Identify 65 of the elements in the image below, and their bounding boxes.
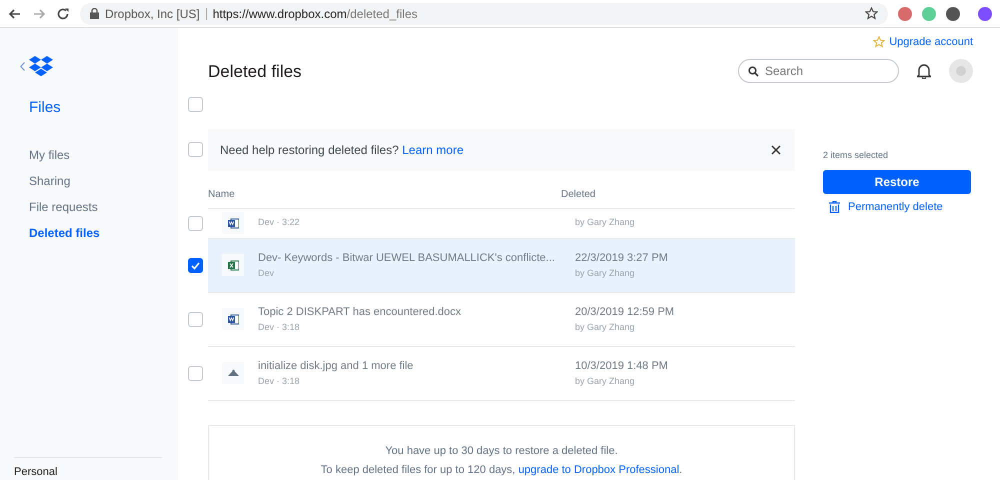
file-name: initialize disk.jpg and 1 more file — [258, 359, 414, 374]
star-icon[interactable] — [865, 7, 878, 20]
back-icon[interactable] — [8, 6, 22, 20]
deleted-date: 10/3/2019 1:48 PM — [575, 359, 669, 374]
row-checkbox[interactable] — [188, 216, 203, 231]
lock-icon — [90, 8, 99, 19]
upgrade-link[interactable]: Upgrade account — [873, 34, 973, 50]
profile-icon[interactable] — [978, 6, 992, 20]
notification-bell-icon[interactable] — [917, 62, 931, 78]
trash-icon — [829, 201, 840, 214]
file-row[interactable]: Dev- Keywords - Bitwar UEWEL BASUMALLICK's conflicte... Dev 22/3/2019 3:27 PM by Gary Zhang — [208, 238, 795, 292]
site-identity: Dropbox, Inc [US] — [105, 6, 200, 22]
search-field[interactable]: Search — [738, 58, 899, 82]
row-checkbox[interactable] — [188, 258, 203, 273]
document-file-icon — [222, 212, 244, 234]
dropbox-logo[interactable] — [29, 56, 53, 77]
file-row[interactable]: initialize disk.jpg and 1 more file Dev · 3:18 10/3/2019 1:48 PM by Gary Zhang — [208, 346, 795, 400]
page-title: Deleted files — [208, 61, 302, 83]
back-chevron-icon[interactable] — [20, 62, 25, 71]
deleted-by: by Gary Zhang — [575, 374, 636, 388]
workspace-label[interactable]: Personal — [14, 466, 58, 478]
file-detail: Dev — [258, 266, 276, 280]
permanently-delete-link[interactable]: Permanently delete — [829, 199, 971, 216]
file-detail: Dev · 3:18 — [258, 320, 301, 334]
row-checkbox[interactable] — [188, 312, 203, 327]
sidebar-item[interactable]: Deleted files — [18, 220, 178, 246]
check-icon — [191, 262, 200, 270]
checkbox[interactable] — [188, 142, 203, 157]
column-header[interactable]: Name — [208, 186, 561, 202]
deleted-date: 22/3/2019 3:27 PM — [575, 251, 669, 266]
star-icon — [873, 36, 886, 48]
deleted-by: by Gary Zhang — [575, 320, 636, 334]
address-bar[interactable]: Dropbox, Inc [US] https://www.dropbox.com/deleted_files — [80, 2, 888, 24]
notice-text: To keep deleted files for up to 120 days, upgrade to Dropbox Professional. — [320, 462, 684, 478]
banner-text: Need help restoring deleted files? Learn more — [220, 142, 464, 158]
column-header[interactable]: Deleted — [561, 186, 596, 202]
deleted-by: by Gary Zhang — [575, 216, 636, 230]
document-file-icon — [222, 308, 244, 330]
notice-text: You have up to 30 days to restore a deleted file. — [384, 444, 619, 458]
reload-icon[interactable] — [56, 6, 70, 20]
learn-more-link[interactable]: Learn more — [402, 142, 464, 156]
deleted-by: by Gary Zhang — [575, 266, 636, 280]
close-icon[interactable] — [771, 144, 781, 154]
image-file-icon — [222, 362, 244, 384]
selection-count: 2 items selected — [823, 148, 890, 162]
file-detail: Dev · 3:18 — [258, 374, 301, 388]
select-all-checkbox[interactable] — [188, 97, 203, 112]
sidebar-item[interactable]: Sharing — [18, 168, 178, 194]
sidebar-item[interactable]: My files — [18, 142, 178, 168]
file-row[interactable]: Topic 2 DISKPART has encountered.docx Dev · 3:18 20/3/2019 12:59 PM by Gary Zhang — [208, 292, 795, 346]
files-heading[interactable]: Files — [29, 97, 178, 120]
file-name: Dev- Keywords - Bitwar UEWEL BASUMALLICK's conflicte... — [258, 251, 556, 266]
extension-icon[interactable] — [898, 6, 912, 20]
forward-icon[interactable] — [32, 6, 46, 20]
deleted-date: 20/3/2019 12:59 PM — [575, 305, 676, 320]
url: https://www.dropbox.com/deleted_files — [212, 6, 418, 22]
search-icon — [748, 66, 759, 76]
file-detail: Dev · 3:22 — [258, 216, 301, 230]
file-name: Topic 2 DISKPART has encountered.docx — [258, 305, 462, 320]
restore-button[interactable]: Restore — [823, 170, 971, 194]
extension-icon[interactable] — [946, 6, 960, 20]
row-checkbox[interactable] — [188, 366, 203, 381]
upgrade-link[interactable]: upgrade to Dropbox Professional — [518, 464, 680, 476]
sidebar-item[interactable]: File requests — [18, 194, 178, 220]
spreadsheet-file-icon — [222, 254, 244, 276]
